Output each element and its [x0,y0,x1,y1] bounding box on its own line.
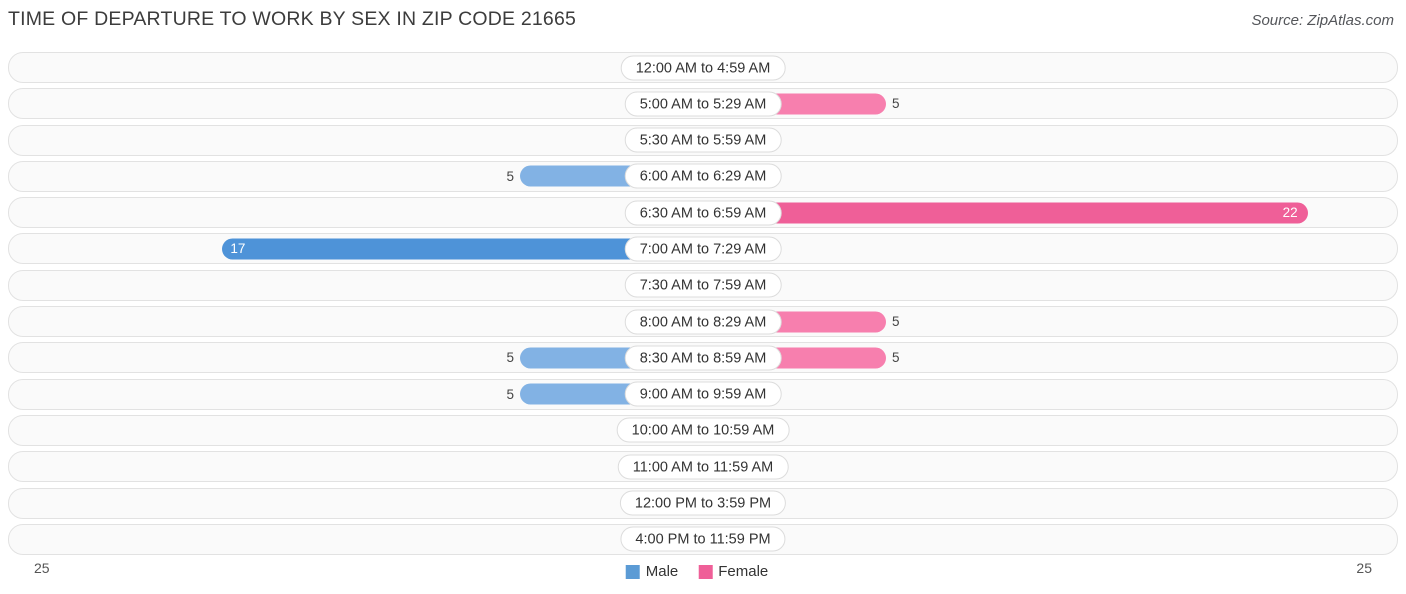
chart-row-inner: 509:00 AM to 9:59 AM [9,380,1397,409]
chart-row: 5 5 8:30 AM to 8:59 AM [8,342,1398,374]
legend-item-female: Female [698,563,768,580]
chart-row: 055:00 AM to 5:29 AM [8,88,1398,120]
bar-value-female: 5 [892,96,900,112]
legend-label-male: Male [645,563,679,580]
category-label: 7:30 AM to 7:59 AM [624,272,782,298]
bar-value-male: 17 [230,241,246,257]
chart-row: 506:00 AM to 6:29 AM [8,160,1398,192]
diverging-bar-chart: 0012:00 AM to 4:59 AM055:00 AM to 5:29 A… [8,52,1398,555]
axis-label-right: 25 [1356,560,1372,576]
category-label: 8:00 AM to 8:29 AM [624,309,782,335]
chart-row-inner: 0010:00 AM to 10:59 AM [9,416,1397,445]
category-label: 8:30 AM to 8:59 AM [624,345,782,371]
bar-value-male: 5 [506,168,514,184]
legend-item-male: Male [625,563,679,580]
chart-row-inner: 005:30 AM to 5:59 AM [9,126,1397,155]
legend-label-female: Female [718,563,769,580]
bar-value-male: 5 [506,386,514,402]
chart-row-inner: 0011:00 AM to 11:59 AM [9,452,1397,481]
chart-row: 005:30 AM to 5:59 AM [8,124,1398,156]
category-label: 6:00 AM to 6:29 AM [624,163,782,189]
chart-row-inner: 1707:00 AM to 7:29 AM [9,234,1397,263]
legend-swatch-female-icon [698,564,713,579]
chart-row-inner: 506:00 AM to 6:29 AM [9,162,1397,191]
legend: Male Female [625,563,781,580]
bar-value-female: 22 [1282,205,1298,221]
chart-row: 509:00 AM to 9:59 AM [8,378,1398,410]
chart-row-inner: 004:00 PM to 11:59 PM [9,525,1397,554]
page-title: TIME OF DEPARTURE TO WORK BY SEX IN ZIP … [8,8,577,30]
chart-page: TIME OF DEPARTURE TO WORK BY SEX IN ZIP … [0,0,1406,594]
category-label: 7:00 AM to 7:29 AM [624,236,782,262]
category-label: 12:00 PM to 3:59 PM [619,490,787,516]
bar-female: 22 [707,202,1308,224]
category-label: 10:00 AM to 10:59 AM [616,417,790,443]
chart-row: 0011:00 AM to 11:59 AM [8,451,1398,483]
source-attribution: Source: ZipAtlas.com [1251,12,1394,29]
chart-row-inner: 5 5 8:30 AM to 8:59 AM [9,343,1397,372]
chart-row-inner: 055:00 AM to 5:29 AM [9,89,1397,118]
bar-value-female: 5 [892,314,900,330]
chart-row-inner: 007:30 AM to 7:59 AM [9,271,1397,300]
chart-row: 0012:00 AM to 4:59 AM [8,52,1398,83]
category-label: 6:30 AM to 6:59 AM [624,200,782,226]
category-label: 4:00 PM to 11:59 PM [620,526,786,552]
chart-row: 0012:00 PM to 3:59 PM [8,487,1398,519]
chart-row: 004:00 PM to 11:59 PM [8,523,1398,555]
chart-row-inner: 058:00 AM to 8:29 AM [9,307,1397,336]
category-label: 5:30 AM to 5:59 AM [624,127,782,153]
category-label: 5:00 AM to 5:29 AM [624,91,782,117]
chart-row: 007:30 AM to 7:59 AM [8,269,1398,301]
category-label: 11:00 AM to 11:59 AM [617,454,789,480]
chart-row: 0010:00 AM to 10:59 AM [8,414,1398,446]
chart-row: 0226:30 AM to 6:59 AM [8,197,1398,229]
legend-swatch-male-icon [625,564,640,579]
category-label: 9:00 AM to 9:59 AM [624,381,782,407]
chart-row-inner: 0012:00 PM to 3:59 PM [9,489,1397,518]
bar-value-female: 5 [892,350,900,366]
axis-label-left: 25 [34,560,50,576]
chart-row-inner: 0012:00 AM to 4:59 AM [9,53,1397,82]
category-label: 12:00 AM to 4:59 AM [620,55,786,80]
chart-row: 058:00 AM to 8:29 AM [8,306,1398,338]
chart-row-inner: 0226:30 AM to 6:59 AM [9,198,1397,227]
bar-value-male: 5 [506,350,514,366]
chart-row: 1707:00 AM to 7:29 AM [8,233,1398,265]
